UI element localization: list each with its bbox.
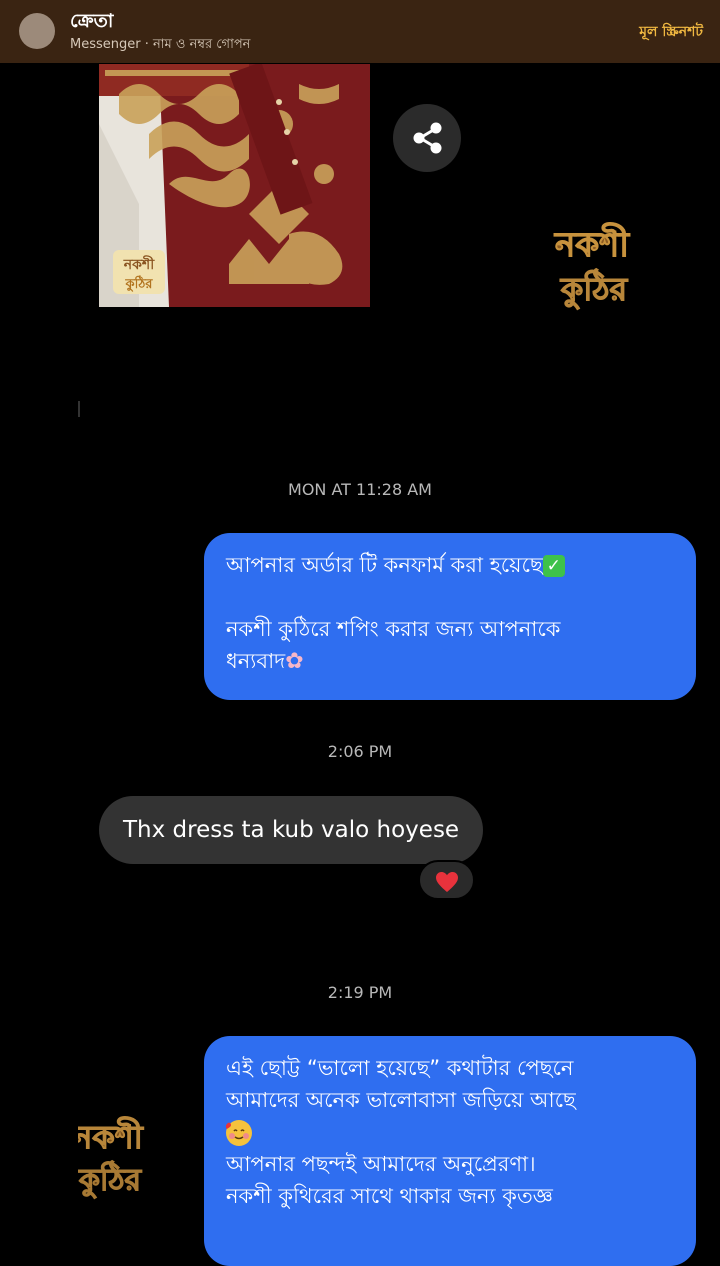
divider <box>78 401 80 417</box>
message-text: আপনার পছন্দই আমাদের অনুপ্রেরণা। <box>226 1152 536 1176</box>
share-icon <box>413 122 442 154</box>
message-text: আমাদের অনেক ভালোবাসা জড়িয়ে আছে <box>226 1088 576 1112</box>
chat-header: ক্রেতা Messenger · নাম ও নম্বর গোপন মূল … <box>0 0 720 63</box>
watermark-line1: নকশী <box>78 1116 145 1156</box>
watermark-line2: কুঠির <box>560 268 629 310</box>
message-text: নকশী কুঠিরে শপিং করার জন্য আপনাকে <box>226 617 561 641</box>
message-text: আপনার অর্ডার টি কনফার্ম করা হয়েছে <box>226 553 543 577</box>
message-text: ধন্যবাদ <box>226 649 286 673</box>
smiling-face-with-hearts-icon <box>226 1120 252 1146</box>
timestamp: 2:06 PM <box>327 742 393 761</box>
message-text: এই ছোট্ট “ভালো হয়েছে” কথাটার পেছনে <box>226 1056 574 1080</box>
watermark-line1: নকশী <box>554 222 630 265</box>
outgoing-message[interactable]: আপনার অর্ডার টি কনফার্ম করা হয়েছে ✓ নকশী… <box>204 533 696 700</box>
original-screenshot-link[interactable]: মূল স্ক্রিনশট <box>639 20 703 44</box>
cherry-blossom-icon: ✿ <box>285 649 304 674</box>
product-photo[interactable]: নকশী কুঠির <box>99 64 370 307</box>
watermark-line2: কুঠির <box>78 1160 143 1199</box>
outgoing-message[interactable]: এই ছোট্ট “ভালো হয়েছে” কথাটার পেছনে আমাদ… <box>204 1036 696 1266</box>
brand-watermark: নকশী কুঠির <box>532 214 652 314</box>
header-subtitle: Messenger · নাম ও নম্বর গোপন <box>70 37 251 52</box>
photo-logo-line2: কুঠির <box>125 275 154 293</box>
timestamp: 2:19 PM <box>327 983 393 1002</box>
incoming-message[interactable]: Thx dress ta kub valo hoyese <box>99 796 484 864</box>
photo-logo-line1: নকশী <box>123 255 155 273</box>
heart-icon <box>435 871 458 892</box>
share-button[interactable] <box>393 104 461 172</box>
timestamp: MON AT 11:28 AM <box>288 480 432 499</box>
embroidered-fabric-image: নকশী কুঠির <box>99 64 370 307</box>
message-text: নকশী কুথিরের সাথে থাকার জন্য কৃতজ্ঞ <box>226 1184 553 1208</box>
heart-reaction[interactable] <box>418 860 475 900</box>
avatar[interactable] <box>19 13 55 49</box>
check-mark-icon: ✓ <box>542 555 565 577</box>
brand-watermark: নকশী কুঠির <box>72 1108 158 1200</box>
